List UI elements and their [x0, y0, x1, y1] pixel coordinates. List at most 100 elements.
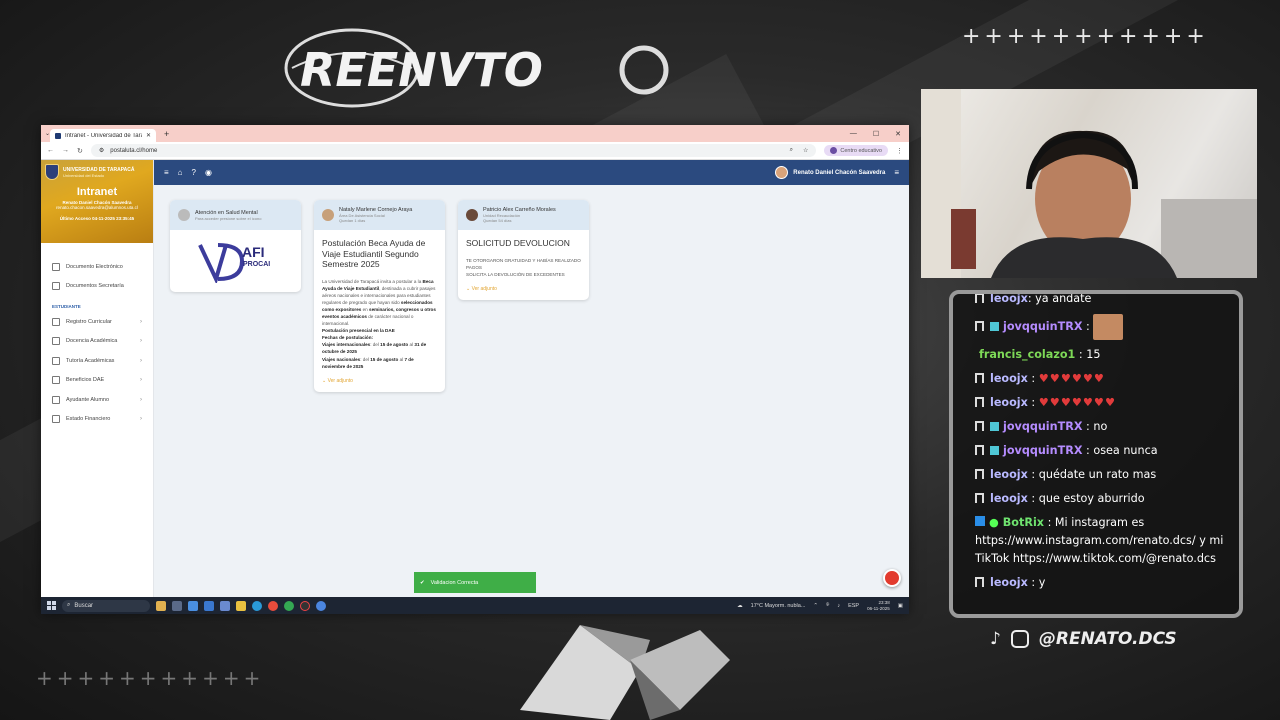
tab-close-icon[interactable]: ✕ — [146, 132, 151, 139]
card-title: Postulación Beca Ayuda de Viaje Estudian… — [322, 238, 426, 269]
chrome-icon[interactable] — [268, 600, 278, 611]
avatar — [322, 209, 334, 221]
bot-badge-icon — [975, 516, 985, 526]
edge-icon[interactable] — [252, 600, 262, 611]
store-icon[interactable] — [220, 600, 230, 611]
copilot-icon[interactable] — [188, 600, 198, 611]
hamburger-icon[interactable]: ≡ — [164, 168, 169, 177]
clock[interactable]: 23:38 06-11-2025 — [867, 600, 890, 612]
url-field[interactable]: ⚙ postaluta.cl/home ⌕ ☆ — [90, 144, 817, 157]
bookmark-star-icon[interactable]: ☆ — [803, 147, 808, 154]
sidebar-item-estado-financiero[interactable]: Estado Financiero › — [41, 410, 153, 430]
forward-icon[interactable]: → — [62, 147, 69, 154]
uta-favicon-icon — [55, 132, 62, 139]
browser-tab[interactable]: Intranet - Universidad de Tarapacá ✕ — [50, 129, 157, 142]
chat-message: ● BotRix : Mi instagram es https://www.in… — [975, 514, 1227, 568]
chevron-right-icon: › — [140, 338, 142, 345]
afi-logo-sub: PROCAI — [243, 261, 270, 268]
task-view-icon[interactable] — [172, 600, 182, 611]
widgets-icon[interactable] — [156, 600, 166, 611]
chat-username[interactable]: leoojx — [990, 576, 1028, 589]
obs-icon[interactable] — [300, 600, 310, 611]
chat-text: : que estoy aburrido — [1031, 492, 1145, 505]
new-tab-icon[interactable]: + — [164, 129, 169, 139]
plus-decoration: +++++++++++ — [962, 24, 1209, 49]
chat-username[interactable]: francis_colazo1 — [979, 348, 1075, 361]
taskbar-search[interactable]: ⌕ Buscar — [62, 599, 150, 612]
sidebar-item-label: Ayudante Alumno — [66, 396, 110, 403]
chat-username[interactable]: leoojx — [990, 372, 1028, 385]
university-logo[interactable]: UNIVERSIDAD DE TARAPACÁ Universidad del … — [41, 164, 153, 180]
view-attachment-link[interactable]: ⌄ Ver adjunto — [466, 286, 581, 292]
minimize-icon[interactable]: — — [850, 130, 857, 138]
sidebar-item-label: Documento Electrónico — [66, 263, 123, 270]
announcement-card-devolucion: Patricio Alex Carreño Morales Unidad Rec… — [458, 200, 589, 300]
toast-message: Validacion Correcta — [430, 579, 479, 586]
weather-icon[interactable]: ☁ — [737, 603, 743, 609]
sub-badge-icon — [990, 446, 999, 455]
card-time-left: Quedan 1 días — [339, 218, 366, 223]
broadcaster-badge-icon — [975, 445, 984, 455]
chat-username[interactable]: leoojx — [990, 468, 1028, 481]
broadcaster-badge-icon — [975, 421, 984, 431]
user-menu[interactable]: Renato Daniel Chacón Saavedra — [775, 166, 885, 179]
chat-text: : — [1031, 396, 1036, 409]
options-menu-icon[interactable]: ≡ — [894, 168, 899, 177]
chrome-profile-icon[interactable] — [284, 600, 294, 611]
chat-username[interactable]: BotRix — [1003, 516, 1044, 529]
sidebar-item-documento-electronico[interactable]: Documento Electrónico — [41, 257, 153, 277]
chat-username[interactable]: leoojx — [990, 492, 1028, 505]
site-info-icon[interactable]: ⚙ — [99, 147, 104, 154]
chat-username[interactable]: leoojx — [990, 294, 1028, 305]
benefit-icon — [52, 376, 60, 385]
sidebar-item-beneficios-dae[interactable]: Beneficios DAE › — [41, 371, 153, 391]
zoom-icon[interactable]: ⌕ — [790, 147, 793, 154]
chat-message: leoojx : ♥♥♥♥♥♥♥ — [975, 394, 1227, 412]
chat-username[interactable]: jovqquinTRX — [1003, 320, 1082, 333]
maximize-icon[interactable]: ☐ — [873, 130, 879, 138]
announcement-cards: Atención en Salud Mental Para acceder pr… — [170, 200, 589, 392]
profile-chip[interactable]: Centro educativo — [824, 145, 888, 156]
info-icon[interactable]: ◉ — [205, 168, 212, 177]
volume-icon[interactable]: ♪ — [837, 603, 840, 609]
sidebar-item-registro-curricular[interactable]: Registro Curricular › — [41, 312, 153, 332]
view-attachment-link[interactable]: ⌄ Ver adjunto — [322, 378, 437, 384]
windows-start-icon[interactable] — [47, 601, 56, 610]
afi-procai-logo[interactable]: AFI PROCAI — [170, 230, 301, 292]
notification-bell-button[interactable] — [883, 569, 901, 587]
sidebar-header: UNIVERSIDAD DE TARAPACÁ Universidad del … — [41, 160, 153, 243]
chrome-active-icon[interactable] — [316, 600, 326, 611]
tab-title: Intranet - Universidad de Tarapacá — [65, 132, 142, 139]
back-icon[interactable]: ← — [47, 147, 54, 154]
notifications-icon[interactable]: ▣ — [898, 603, 903, 609]
intranet-page: UNIVERSIDAD DE TARAPACÁ Universidad del … — [41, 160, 909, 597]
checkmark-icon: ✔ — [420, 579, 425, 586]
chat-username[interactable]: jovqquinTRX — [1003, 420, 1082, 433]
mail-icon[interactable] — [204, 600, 214, 611]
sidebar-item-documentos-secretaria[interactable]: Documentos Secretaría — [41, 277, 153, 297]
help-icon[interactable]: ? — [192, 168, 196, 177]
language-indicator[interactable]: ESP — [848, 603, 859, 609]
chat-username[interactable]: jovqquinTRX — [1003, 444, 1082, 457]
card-text: TE OTORGARON GRATUIDAD Y HABÍAS REALIZAD… — [466, 257, 581, 277]
chat-username[interactable]: leoojx — [990, 396, 1028, 409]
sidebar-item-tutoria-academicas[interactable]: Tutoría Académicas › — [41, 351, 153, 371]
home-icon[interactable]: ⌂ — [178, 168, 183, 177]
close-window-icon[interactable]: ✕ — [895, 130, 901, 138]
sidebar-item-label: Beneficios DAE — [66, 377, 105, 384]
sidebar-item-docencia-academica[interactable]: Docencia Académica › — [41, 332, 153, 352]
file-explorer-icon[interactable] — [236, 600, 246, 611]
weather-text[interactable]: 17°C Mayorm. nubla... — [751, 603, 806, 609]
topbar-user-name: Renato Daniel Chacón Saavedra — [793, 169, 886, 176]
profile-label: Centro educativo — [840, 147, 882, 154]
tray-chevron-icon[interactable]: ⌃ — [813, 603, 818, 609]
card-text: La Universidad de Tarapacá invita a post… — [322, 278, 436, 369]
broadcaster-badge-icon — [975, 493, 984, 503]
chat-text: : 15 — [1078, 348, 1101, 361]
network-icon[interactable]: ⌾ — [826, 602, 829, 609]
reload-icon[interactable]: ↻ — [77, 147, 83, 155]
browser-menu-icon[interactable]: ⋮ — [896, 147, 903, 155]
sidebar-item-ayudante-alumno[interactable]: Ayudante Alumno › — [41, 390, 153, 410]
chevron-right-icon: › — [140, 357, 142, 364]
chat-message: leoojx : ♥♥♥♥♥♥ — [975, 370, 1227, 388]
